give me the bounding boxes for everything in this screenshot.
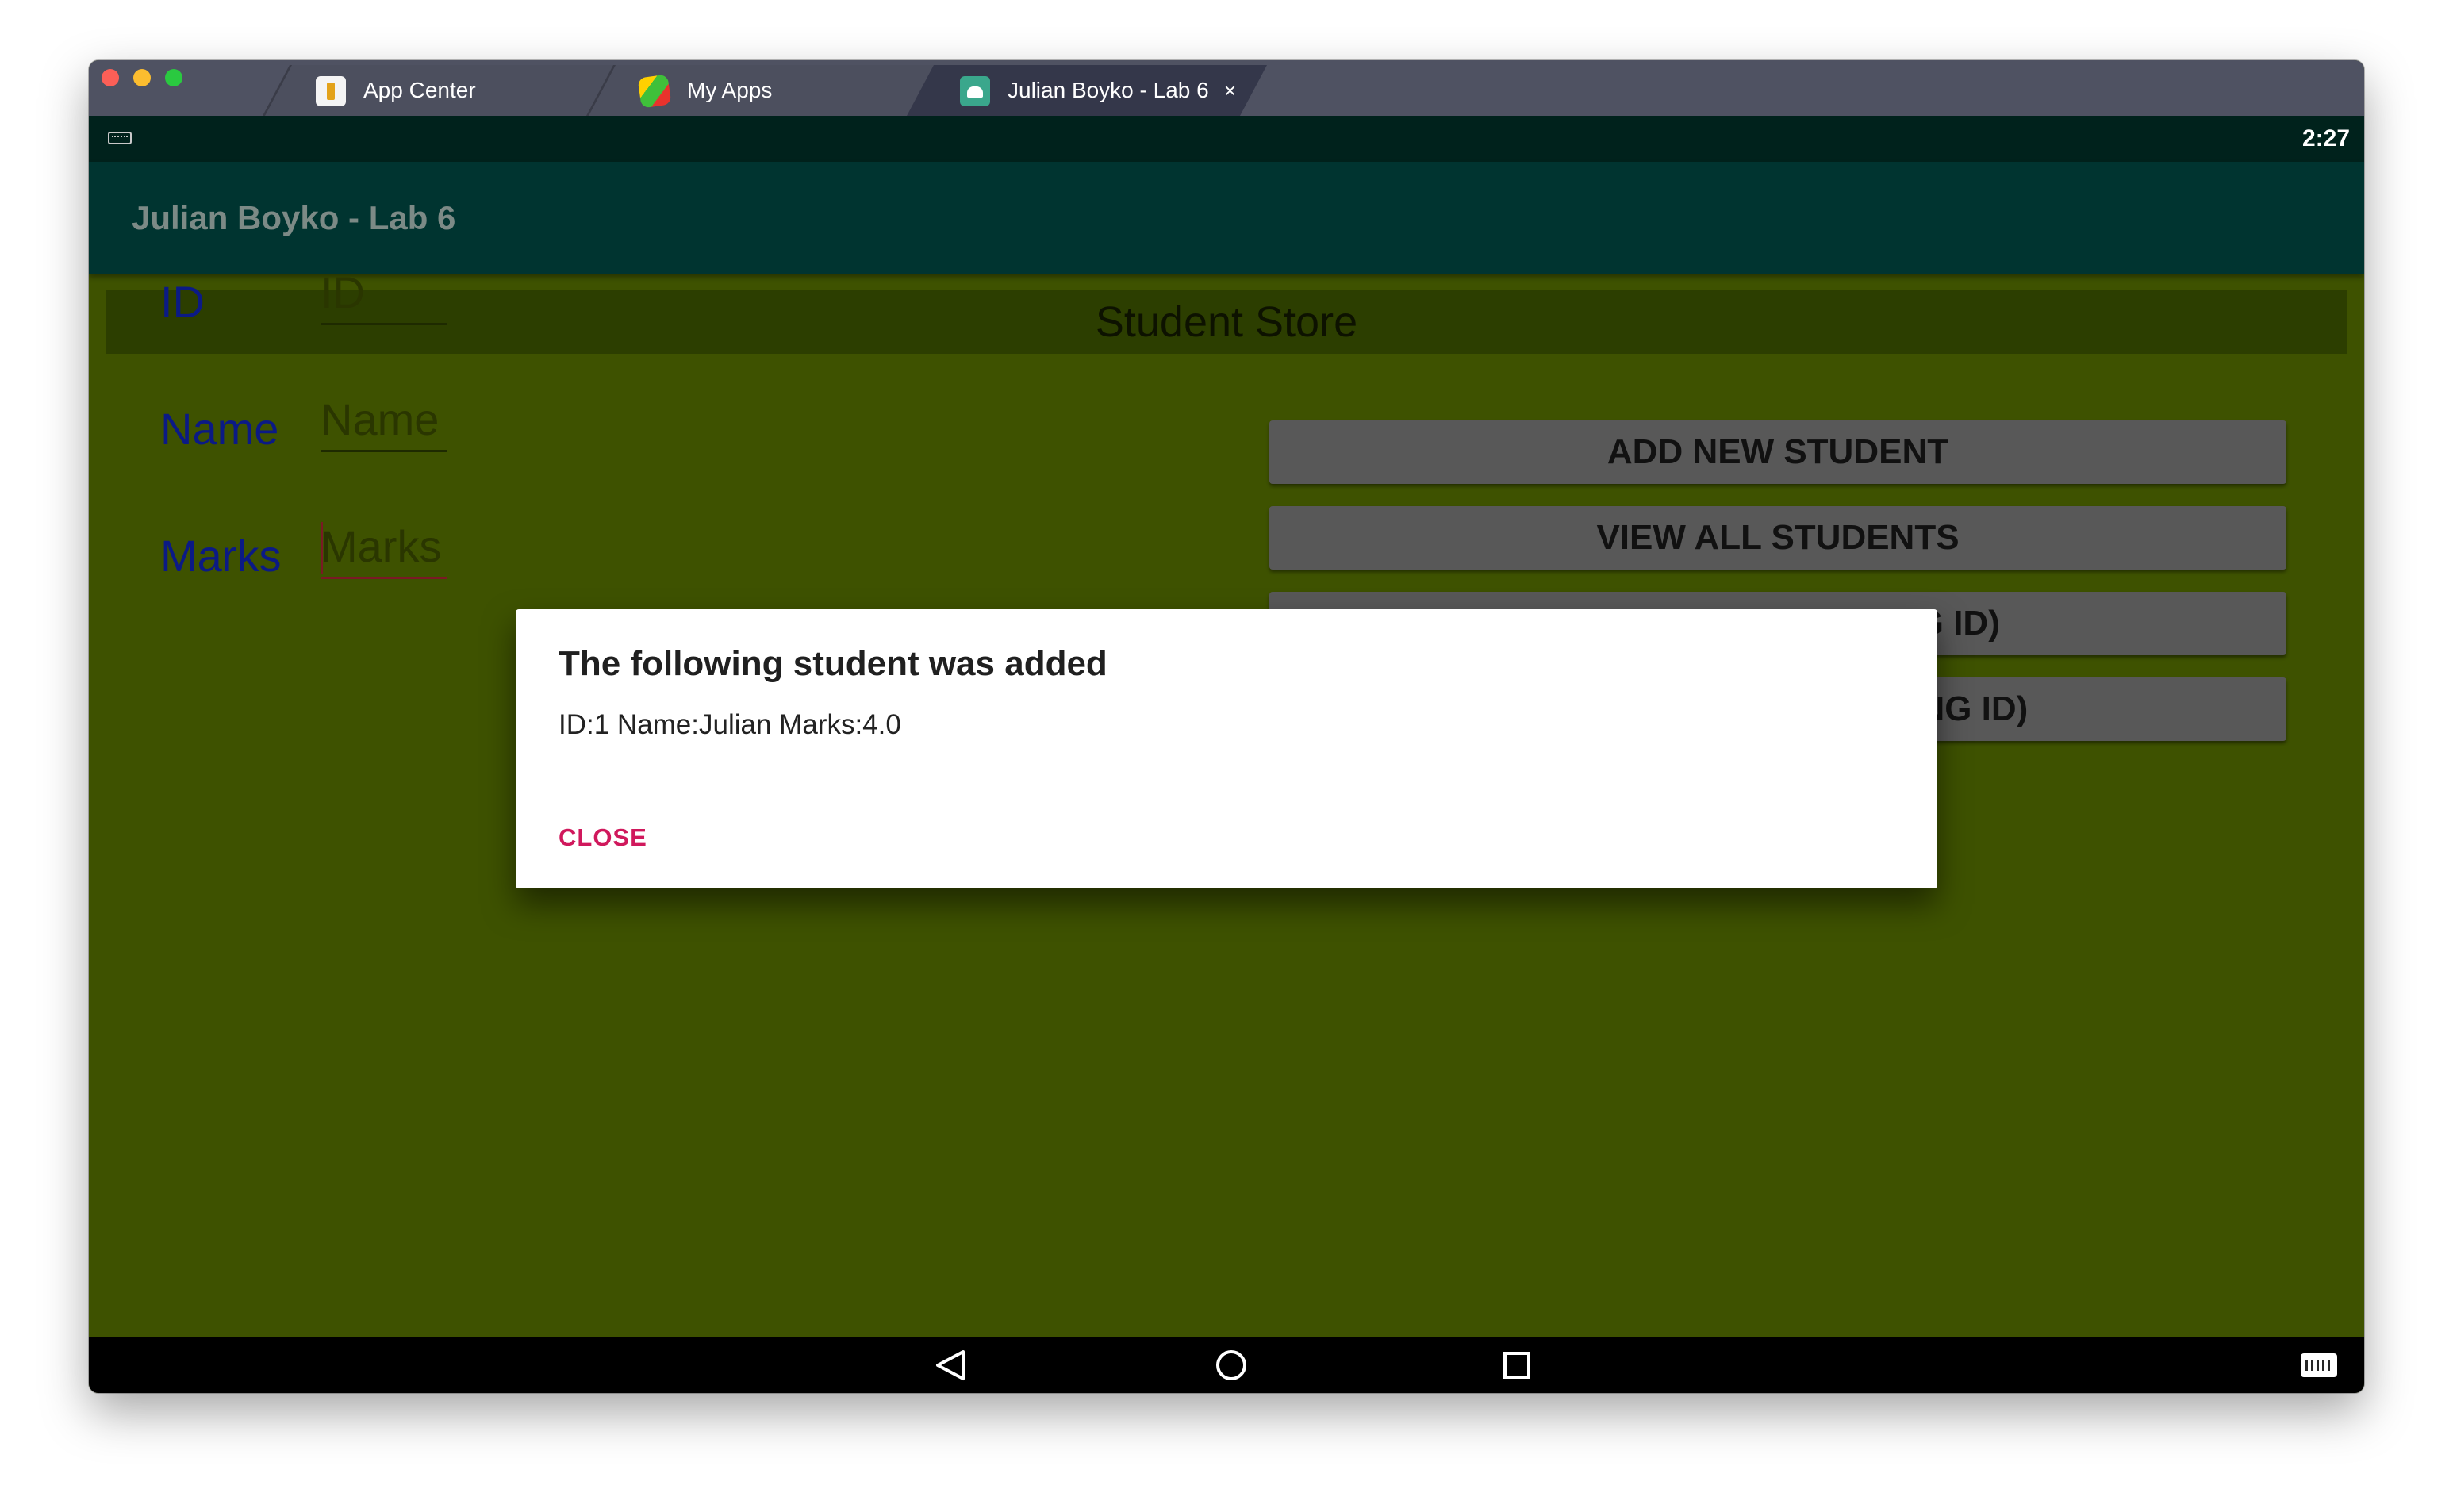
emulator-window: App Center My Apps Julian Boyko - Lab 6 … [89, 60, 2364, 1393]
close-window-button[interactable] [102, 69, 119, 86]
name-label: Name [160, 404, 279, 454]
back-icon [936, 1350, 965, 1380]
tab-label: My Apps [687, 78, 773, 102]
back-button[interactable] [919, 1337, 982, 1393]
status-clock: 2:27 [2301, 125, 2350, 152]
title-bar: App Center My Apps Julian Boyko - Lab 6 … [89, 60, 2364, 116]
name-input[interactable] [321, 389, 447, 450]
marks-label: Marks [160, 531, 282, 581]
keyboard-icon [108, 132, 132, 144]
student-added-dialog: The following student was added ID:1 Nam… [516, 609, 1937, 888]
recents-icon [1503, 1352, 1530, 1379]
text-caret [321, 522, 323, 574]
keyboard-toggle-icon[interactable] [2301, 1353, 2337, 1377]
tab-label: App Center [363, 78, 476, 102]
zoom-window-button[interactable] [165, 69, 182, 86]
home-button[interactable] [1200, 1337, 1263, 1393]
status-bar: 2:27 [89, 116, 2364, 162]
tab-label: Julian Boyko - Lab 6 [1008, 78, 1209, 102]
navigation-bar [89, 1337, 2364, 1393]
minimize-window-button[interactable] [133, 69, 151, 86]
close-tab-icon[interactable]: × [1224, 65, 1236, 116]
dialog-close-button[interactable]: CLOSE [559, 823, 647, 852]
app-title: Julian Boyko - Lab 6 [132, 199, 456, 236]
id-field-wrapper [321, 262, 447, 325]
tab-my-apps[interactable]: My Apps [585, 65, 952, 116]
dialog-title: The following student was added [559, 644, 1107, 683]
marks-field-wrapper [321, 516, 447, 579]
tab-app-center[interactable]: App Center [262, 65, 628, 116]
marks-input[interactable] [321, 516, 447, 577]
add-new-student-button[interactable]: ADD NEW STUDENT [1269, 420, 2286, 484]
android-icon [960, 76, 990, 106]
dialog-message: ID:1 Name:Julian Marks:4.0 [559, 709, 901, 740]
recents-button[interactable] [1485, 1337, 1549, 1393]
app-center-icon [316, 76, 346, 106]
app-bar: Julian Boyko - Lab 6 [89, 162, 2364, 274]
id-label: ID [160, 277, 205, 327]
my-apps-icon [637, 74, 672, 109]
tab-lab-6[interactable]: Julian Boyko - Lab 6 × [906, 65, 1268, 116]
home-icon [1216, 1350, 1246, 1380]
view-all-students-button[interactable]: VIEW ALL STUDENTS [1269, 506, 2286, 570]
id-input[interactable] [321, 262, 447, 323]
name-field-wrapper [321, 389, 447, 452]
